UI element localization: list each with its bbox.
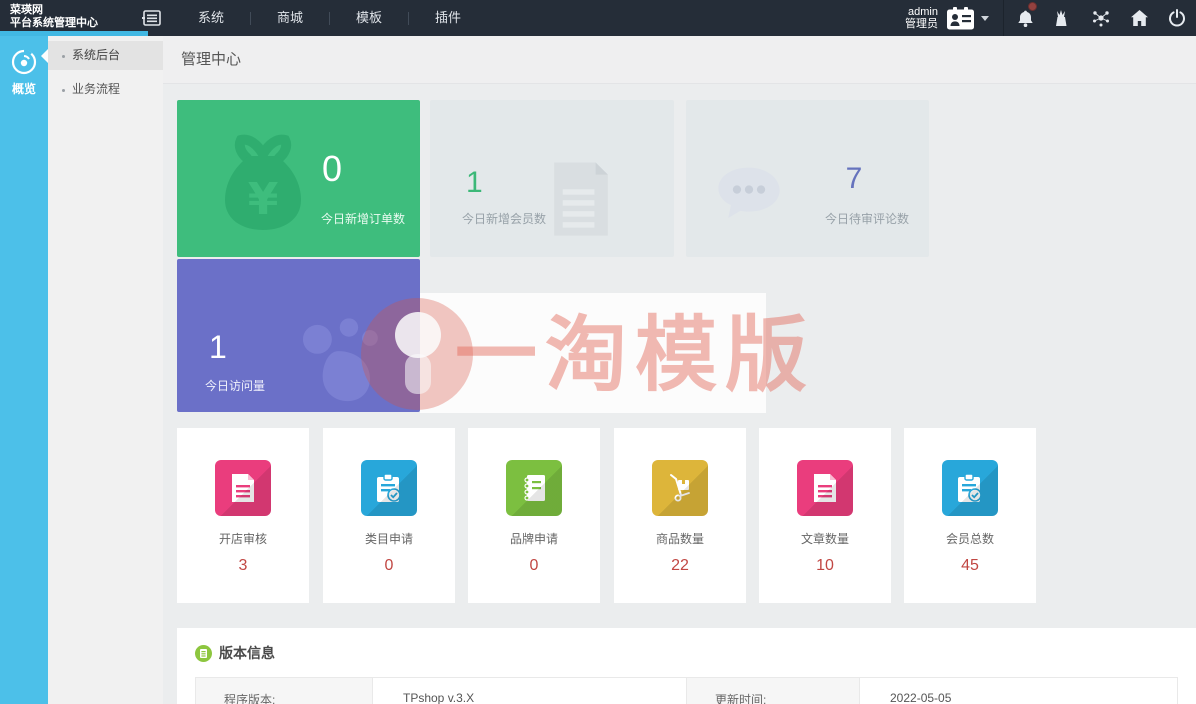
version-title: 版本信息	[219, 643, 275, 663]
logo-line1: 菜瑛网	[10, 4, 148, 17]
sidebar-item-label: 业务流程	[72, 82, 120, 96]
chevron-down-icon[interactable]	[981, 16, 989, 21]
version-program-label: 程序版本:	[196, 678, 373, 704]
stat-orders-label: 今日新增订单数	[321, 210, 405, 227]
stat-comments-value: 7	[834, 162, 874, 196]
notifications-bell-icon[interactable]	[1006, 0, 1044, 36]
shortcut-value: 3	[177, 557, 309, 575]
clipboard-check-icon	[942, 460, 998, 516]
notification-badge	[1028, 2, 1037, 11]
user-idcard-icon[interactable]	[946, 7, 975, 30]
page-title: 管理中心	[163, 36, 1196, 84]
main-content: 管理中心 ¥ 0 今日新增订单数 1 今日新增会员数 7	[163, 36, 1196, 704]
shortcut-card-shop-review[interactable]: 开店审核 3	[177, 428, 309, 603]
stat-visits-label: 今日访问量	[205, 377, 265, 394]
nav-item-template[interactable]: 模板	[330, 0, 408, 36]
shortcut-label: 会员总数	[904, 530, 1036, 547]
version-time-label: 更新时间:	[687, 678, 860, 704]
shortcut-label: 文章数量	[759, 530, 891, 547]
nav-item-mall[interactable]: 商城	[251, 0, 329, 36]
sidebar-item-label: 系统后台	[72, 48, 120, 62]
clipboard-check-icon	[361, 460, 417, 516]
stat-orders-value: 0	[297, 148, 367, 190]
shortcut-card-brand-apply[interactable]: 品牌申请 0	[468, 428, 600, 603]
watermark-logo-inner	[395, 312, 441, 358]
logo-accent-bar	[0, 31, 148, 36]
rail-overview-label[interactable]: 概览	[0, 80, 48, 97]
sidebar-item-business-flow[interactable]: 业务流程	[48, 75, 163, 104]
nav-item-plugin[interactable]: 插件	[409, 0, 487, 36]
shortcut-card-member-total[interactable]: 会员总数 45	[904, 428, 1036, 603]
home-icon[interactable]	[1120, 0, 1158, 36]
document-ghost-icon	[544, 160, 618, 238]
stat-visits-value: 1	[209, 329, 227, 366]
clear-cache-brush-icon[interactable]	[1044, 0, 1082, 36]
user-info: admin 管理员	[905, 6, 938, 30]
topbar-right: admin 管理员	[905, 0, 1196, 36]
bullet-dot	[62, 89, 65, 92]
user-role: 管理员	[905, 18, 938, 30]
stat-members-label: 今日新增会员数	[462, 210, 546, 227]
logo-line2: 平台系统管理中心	[10, 17, 148, 30]
network-share-icon[interactable]	[1082, 0, 1120, 36]
trolley-icon	[652, 460, 708, 516]
overview-dashboard-icon[interactable]	[10, 48, 38, 76]
watermark-text: 一淘模版	[455, 304, 815, 408]
sidebar: 系统后台 业务流程	[48, 36, 163, 704]
top-navigation: 系统 商城 模板 插件	[172, 0, 487, 36]
shortcut-label: 商品数量	[614, 530, 746, 547]
stat-members-value: 1	[466, 166, 483, 200]
power-logout-icon[interactable]	[1158, 0, 1196, 36]
topbar-divider	[1003, 0, 1004, 36]
shortcut-label: 品牌申请	[468, 530, 600, 547]
shortcut-label: 开店审核	[177, 530, 309, 547]
document-icon	[797, 460, 853, 516]
svg-text:¥: ¥	[248, 174, 279, 225]
module-rail: 概览	[0, 36, 48, 704]
document-icon	[215, 460, 271, 516]
active-item-arrow	[41, 49, 48, 63]
bullet-dot	[62, 55, 65, 58]
shortcut-card-goods-count[interactable]: 商品数量 22	[614, 428, 746, 603]
user-name: admin	[905, 6, 938, 18]
version-program-value: TPshop v.3.X	[373, 678, 687, 704]
shortcut-label: 类目申请	[323, 530, 455, 547]
nav-item-system[interactable]: 系统	[172, 0, 250, 36]
menu-toggle-icon[interactable]	[142, 10, 161, 26]
version-doc-icon	[195, 645, 212, 662]
topbar: 菜瑛网 平台系统管理中心 系统 商城 模板 插件 admin 管理员	[0, 0, 1196, 36]
sidebar-item-system-backend[interactable]: 系统后台	[48, 41, 163, 70]
version-table: 程序版本: TPshop v.3.X 更新时间: 2022-05-05	[195, 677, 1178, 704]
stat-comments-label: 今日待审评论数	[825, 210, 909, 227]
shortcut-value: 0	[323, 557, 455, 575]
version-time-value: 2022-05-05	[860, 678, 1177, 704]
chat-bubble-icon	[714, 164, 784, 226]
stat-card-comments[interactable]: 7 今日待审评论数	[686, 100, 929, 257]
shortcut-card-category-apply[interactable]: 类目申请 0	[323, 428, 455, 603]
notebook-icon	[506, 460, 562, 516]
shortcut-value: 22	[614, 557, 746, 575]
watermark-logo-tail	[405, 354, 431, 394]
shortcut-value: 10	[759, 557, 891, 575]
stat-card-members[interactable]: 1 今日新增会员数	[430, 100, 674, 257]
version-info-panel: 版本信息 程序版本: TPshop v.3.X 更新时间: 2022-05-05	[177, 628, 1196, 704]
stat-card-orders[interactable]: ¥ 0 今日新增订单数	[177, 100, 420, 257]
shortcut-value: 45	[904, 557, 1036, 575]
version-header: 版本信息	[177, 628, 1196, 663]
shortcut-value: 0	[468, 557, 600, 575]
shortcut-card-article-count[interactable]: 文章数量 10	[759, 428, 891, 603]
